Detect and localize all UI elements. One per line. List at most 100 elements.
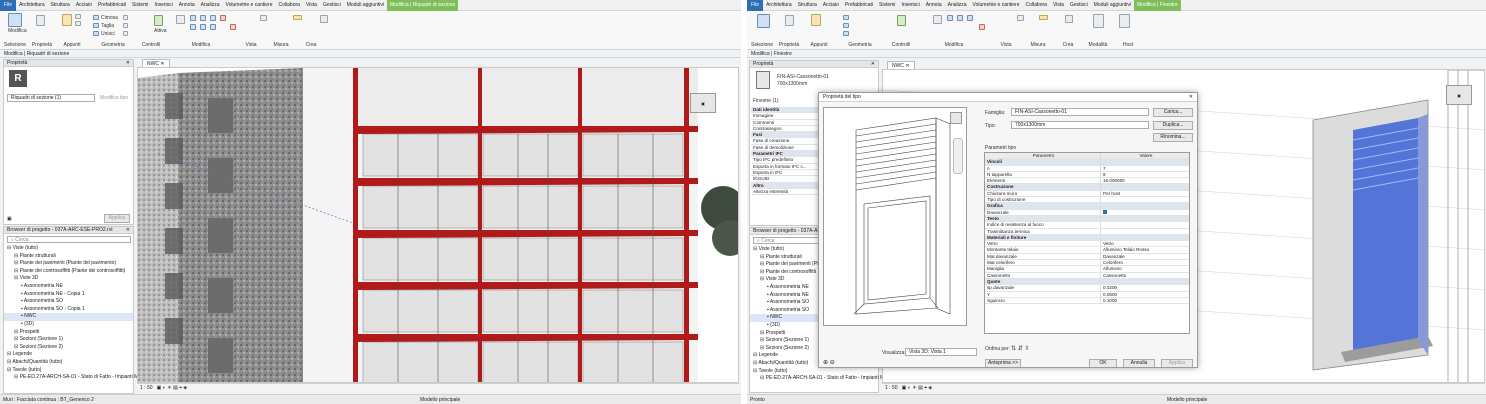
close-icon[interactable]: ✕ <box>1189 93 1193 102</box>
browser-item[interactable]: ⊟ Piante strutturali <box>4 253 133 261</box>
menu-item[interactable]: File <box>747 0 764 11</box>
align-icon[interactable] <box>947 15 953 21</box>
split-icon[interactable] <box>210 24 216 30</box>
paste-icon[interactable] <box>62 14 72 26</box>
measure-icon[interactable] <box>293 15 302 20</box>
browser-item[interactable]: ⊟ Prospetti <box>4 329 133 337</box>
properties-help-icon[interactable]: ▣ <box>7 216 12 222</box>
scale-label[interactable]: 1 : 50 <box>885 385 898 391</box>
menu-item[interactable]: File <box>0 0 17 11</box>
properties-icon[interactable] <box>785 15 794 26</box>
menu-item[interactable]: Vista <box>303 0 320 11</box>
cut-geometry-icon[interactable] <box>843 23 849 28</box>
browser-item[interactable]: ▪ Assonometria SO - Copia 1 <box>4 306 133 314</box>
menu-item[interactable]: Struttura <box>795 0 820 11</box>
browser-item[interactable]: ⊟ Viste (tutto) <box>4 245 133 253</box>
view-icon[interactable] <box>1017 15 1024 21</box>
parameter-value[interactable] <box>1101 229 1189 234</box>
menu-item[interactable]: Vista <box>1050 0 1067 11</box>
cut-geometry-icon[interactable] <box>93 23 99 28</box>
parameter-value[interactable]: Cassonetto <box>1101 273 1189 278</box>
menu-item[interactable]: Collabora <box>1023 0 1050 11</box>
view-tab-nwc[interactable]: NWC ✕ <box>142 59 170 67</box>
3d-viewport[interactable]: ▣ <box>137 67 739 383</box>
browser-search[interactable]: ⌕ Cerca <box>7 236 131 243</box>
menu-item[interactable]: Analizza <box>945 0 970 11</box>
menu-item[interactable]: Analizza <box>198 0 223 11</box>
menu-item[interactable]: Prefabbricati <box>95 0 129 11</box>
family-select[interactable]: FIN-ASI-Cassonetto-01 <box>1011 108 1149 116</box>
edit-family-icon[interactable] <box>1093 14 1104 28</box>
menu-item[interactable]: Volumetrie e cantiere <box>970 0 1023 11</box>
view-tab-nwc[interactable]: NWC ✕ <box>887 61 915 69</box>
navigation-bar[interactable] <box>953 138 963 174</box>
checkbox-checked-icon[interactable] <box>1103 210 1107 215</box>
menu-item[interactable]: Acciaio <box>73 0 95 11</box>
browser-item[interactable]: ⊟ Sezioni (Sezione 2) <box>4 344 133 352</box>
join-icon[interactable] <box>843 31 849 36</box>
menu-item[interactable]: Gestisci <box>320 0 344 11</box>
family-name[interactable]: FIN-ASI-Cassonetto-01 <box>777 74 829 80</box>
parameter-value[interactable]: 0.1000 <box>1101 298 1189 303</box>
close-icon[interactable]: ✕ <box>126 227 130 234</box>
browser-item[interactable]: ⊟ Piante dei controsoffitti (Piante dei … <box>4 268 133 276</box>
parameter-value[interactable]: 7 <box>1101 166 1189 171</box>
offset-icon[interactable] <box>957 15 963 21</box>
menu-item[interactable]: Annota <box>923 0 945 11</box>
parameter-row[interactable]: Sguincio 0.1000 <box>985 297 1189 305</box>
join-icon[interactable] <box>93 31 99 36</box>
browser-item[interactable]: ⊟ Viste 3D <box>4 275 133 283</box>
menu-item[interactable]: Architettura <box>16 0 48 11</box>
browser-item[interactable]: ▪ NWC <box>4 313 133 321</box>
rename-button[interactable]: Rinomina... <box>1153 133 1193 142</box>
menu-item[interactable]: Inserisci <box>898 0 922 11</box>
delete-icon[interactable] <box>230 24 236 30</box>
viewcube[interactable]: ▣ <box>1446 85 1472 105</box>
menu-item[interactable]: Annota <box>176 0 198 11</box>
parameter-value[interactable]: 16.000000 <box>1101 178 1189 183</box>
sort-icons[interactable]: ⇅ ⇵ ⇳ <box>1011 345 1029 352</box>
browser-item[interactable]: ⊟ Tavole (tutto) <box>750 368 878 376</box>
rotate-icon[interactable] <box>190 24 196 30</box>
zoom-icon[interactable]: ⊕ ⊖ <box>823 359 835 366</box>
browser-item[interactable]: ▪ Assonometria SO <box>4 298 133 306</box>
menu-item[interactable]: Architettura <box>763 0 795 11</box>
close-icon[interactable]: ✕ <box>871 61 875 68</box>
menu-item[interactable]: Struttura <box>48 0 73 11</box>
select-arrow-icon[interactable] <box>757 14 770 28</box>
edit-type-button[interactable]: Modifica tipo <box>100 95 128 101</box>
browser-item[interactable]: ⊟ Piante dei pavimenti (Piante del pavim… <box>4 260 133 268</box>
type-size[interactable]: 700x1300mm <box>777 81 807 87</box>
geometry-tool-icon[interactable] <box>123 15 128 20</box>
parameter-value[interactable]: 0.0200 <box>1101 285 1189 290</box>
type-selector[interactable]: Riquadri di sezione (1) <box>7 94 95 102</box>
menu-item[interactable]: Collabora <box>276 0 303 11</box>
parameter-value[interactable]: Per host <box>1101 191 1189 196</box>
copy-icon[interactable] <box>75 21 81 26</box>
trim-icon[interactable] <box>200 24 206 30</box>
create-icon[interactable] <box>320 15 328 23</box>
menu-item[interactable]: Sistemi <box>129 0 151 11</box>
menu-item[interactable]: Inserisci <box>151 0 175 11</box>
browser-item[interactable]: ▪ Assonometria NE - Copia 1 <box>4 291 133 299</box>
parameter-value[interactable] <box>1101 210 1189 215</box>
measure-icon[interactable] <box>1039 15 1048 20</box>
menu-item[interactable]: Moduli aggiuntivi <box>1091 0 1134 11</box>
offset-icon[interactable] <box>200 15 206 21</box>
parameter-value[interactable]: Davanzale <box>1101 254 1189 259</box>
browser-item[interactable]: ⊟ PE-ED.27A-ARCH-SA-01 - Stato di Fatto … <box>4 374 138 382</box>
properties-icon[interactable] <box>36 15 45 26</box>
menu-item[interactable]: Acciaio <box>820 0 842 11</box>
browser-item[interactable]: ⊟ Legende <box>4 351 133 359</box>
preview-button[interactable]: Anteprima >> <box>985 359 1021 367</box>
create-icon[interactable] <box>1065 15 1073 23</box>
viewcube[interactable]: ▣ <box>690 93 716 113</box>
parameter-value[interactable] <box>1101 197 1189 202</box>
apply-button[interactable]: Applica <box>104 214 130 223</box>
menu-item[interactable]: Modifica | Finestre <box>1134 0 1181 11</box>
apply-button[interactable]: Applica <box>1161 359 1193 367</box>
browser-item[interactable]: ▪ {3D} <box>4 321 133 329</box>
menu-item[interactable]: Prefabbricati <box>842 0 876 11</box>
menu-item[interactable]: Sistemi <box>876 0 898 11</box>
view-icon[interactable] <box>260 15 267 21</box>
